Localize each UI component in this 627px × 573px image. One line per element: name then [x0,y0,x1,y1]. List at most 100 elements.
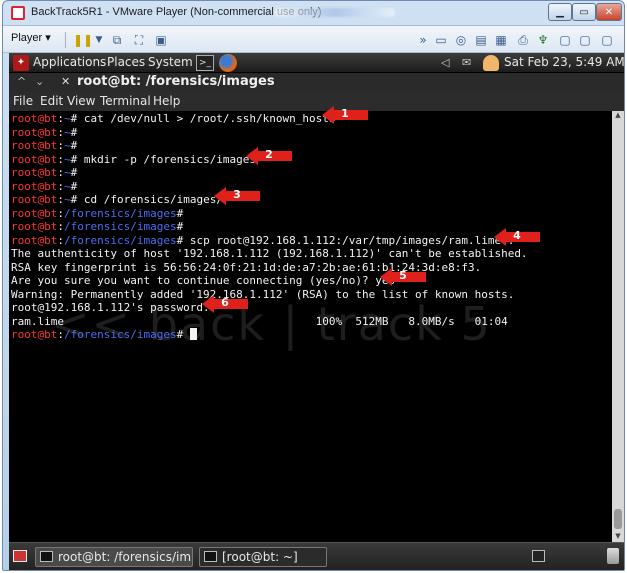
scroll-up-icon[interactable]: ▲ [612,111,624,121]
prompt-path: ~ [63,193,71,206]
more-devices-icon[interactable]: » [415,32,431,48]
title-blur-region [275,8,395,17]
prompt-line: root@bt:~# cat /dev/null > /root/.ssh/kn… [11,112,336,126]
menu-view[interactable]: View [67,94,95,108]
cdrom-icon[interactable]: ◎ [453,32,469,48]
prompt-path: /forensics/images [63,328,177,341]
prompt-line: root@bt:/forensics/images# [11,220,190,234]
prompt-colon: : [57,206,64,220]
prompt-colon: : [57,179,64,193]
prompt-path: ~ [63,125,71,139]
caret-down-icon[interactable]: ⌄ [35,75,44,88]
annotation-number: 1 [341,107,349,120]
annotation-arrow-4: 4 [494,228,540,246]
messages-icon[interactable]: ▢ [599,32,615,48]
annotation-number: 5 [399,269,407,282]
maximize-button[interactable]: ▭ [572,3,596,21]
terminal-output[interactable]: << back | track 5 root@bt:~# cat /dev/nu… [9,111,612,542]
prompt-hash: # [70,193,84,206]
clock[interactable]: Sat Feb 23, 5:49 AM [504,55,624,69]
annotation-number: 4 [513,229,521,242]
annotation-arrow-1: 1 [322,106,368,124]
prompt-hash: # [70,166,84,179]
usb-icon[interactable]: ♆ [535,32,551,48]
output-line: ram.lime 100% 512MB 8.0MB/s 01:04 [11,314,508,328]
printer-icon[interactable]: ⎙ [515,32,531,48]
pause-icon[interactable]: ❚❚ [73,32,93,48]
backtrack-logo-icon[interactable]: ✦ [13,55,29,71]
floppy-icon[interactable]: ▤ [473,32,489,48]
network-adapter-icon[interactable]: ▦ [493,32,509,48]
unity-icon[interactable]: ▣ [153,32,169,48]
workspace-icon[interactable] [532,550,545,562]
toolbar-separator [65,32,66,48]
terminal-scrollbar[interactable]: ▲ ▼ [612,111,624,542]
prompt-line: root@bt:~# cd /forensics/images/ [11,193,223,207]
firefox-icon[interactable] [219,54,237,72]
terminal-title: root@bt: /forensics/images [77,74,275,89]
prompt-user: root@bt [11,166,58,179]
prompt-line: root@bt:~# mkdir -p /forensics/images [11,153,256,167]
applications-menu[interactable]: Applications [33,55,106,69]
annotation-arrow-6: 6 [202,295,248,313]
prompt-line: root@bt:/forensics/images# [11,328,197,342]
prompt-user: root@bt [11,206,58,220]
prompt-user: root@bt [11,112,58,125]
prompt-path: /forensics/images [63,206,177,220]
output-line: Are you sure you want to continue connec… [11,274,396,287]
prompt-hash: # [176,233,190,247]
fullscreen-icon[interactable]: ⛶ [131,32,147,48]
places-menu[interactable]: Places [107,55,145,69]
scroll-thumb[interactable] [614,509,622,529]
user-icon[interactable] [483,55,499,71]
minimize-button[interactable]: ▁ [548,3,572,21]
prompt-line: root@bt:~# [11,126,84,140]
trash-icon[interactable] [607,548,619,564]
menu-terminal[interactable]: Terminal [100,94,151,108]
prompt-colon: : [57,112,64,125]
terminal-icon [40,551,53,562]
menu-edit[interactable]: Edit [40,94,63,108]
guest-screen[interactable]: ✦ Applications Places System >_ ◁ ✉ Sat … [9,53,624,570]
prompt-line: root@bt:/forensics/images# scp root@192.… [11,234,514,248]
menu-help[interactable]: Help [153,94,180,108]
menu-file[interactable]: File [13,94,33,108]
vm-titlebar[interactable]: BackTrack5R1 - VMware Player (Non-commer… [3,1,624,25]
output-line: The authenticity of host '192.168.1.112 … [11,247,528,260]
player-menu-button[interactable]: Player ▾ [11,31,51,44]
prompt-path: ~ [63,152,71,166]
mail-icon[interactable]: ✉ [462,56,471,69]
close-button[interactable]: ✕ [596,3,622,21]
vmware-logo-icon [11,6,25,20]
prompt-colon: : [57,166,64,179]
vm-toolbar: Player ▾ ❚❚ ▼ ⧉ ⛶ ▣ » ▭ ◎ ▤ ▦ ⎙ ♆ ▢ ▢ ▢ [3,25,624,53]
output-line: root@192.168.1.112's password: [11,301,210,314]
volume-icon[interactable]: ◁ [441,56,449,69]
prompt-hash: # [70,139,84,152]
annotation-arrow-3: 3 [214,187,260,205]
terminal-menubar: File Edit View Terminal Help [9,92,624,111]
taskbar-item-terminal-2[interactable]: [root@bt: ~] [199,547,327,567]
command-text: cd /forensics/images/ [83,193,223,206]
close-icon[interactable]: ✕ [61,75,70,88]
terminal-launcher-icon[interactable]: >_ [196,55,214,71]
prompt-path: /forensics/images [63,233,177,247]
show-desktop-icon[interactable] [13,550,27,562]
prompt-line: root@bt:~# [11,139,84,153]
annotation-arrow-5: 5 [380,268,426,286]
hdd-icon[interactable]: ▭ [433,32,449,48]
display-icon[interactable]: ▢ [557,32,573,48]
caret-up-icon[interactable]: ^ [17,75,26,88]
taskbar-item-terminal-1[interactable]: root@bt: /forensics/im... [35,547,193,567]
network-icon[interactable]: ⧉ [109,32,125,48]
sound-icon[interactable]: ▢ [577,32,593,48]
text-cursor [189,328,197,340]
system-menu[interactable]: System [148,55,193,69]
prompt-path: ~ [63,179,71,193]
scroll-down-icon[interactable]: ▼ [612,532,624,542]
gnome-top-panel: ✦ Applications Places System >_ ◁ ✉ Sat … [9,53,624,73]
gnome-bottom-panel: root@bt: /forensics/im... [root@bt: ~] [9,542,624,570]
prompt-colon: : [57,152,64,166]
chevron-down-icon[interactable]: ▼ [91,32,107,48]
terminal-titlebar[interactable]: ^ ⌄ ✕ root@bt: /forensics/images [9,73,624,92]
